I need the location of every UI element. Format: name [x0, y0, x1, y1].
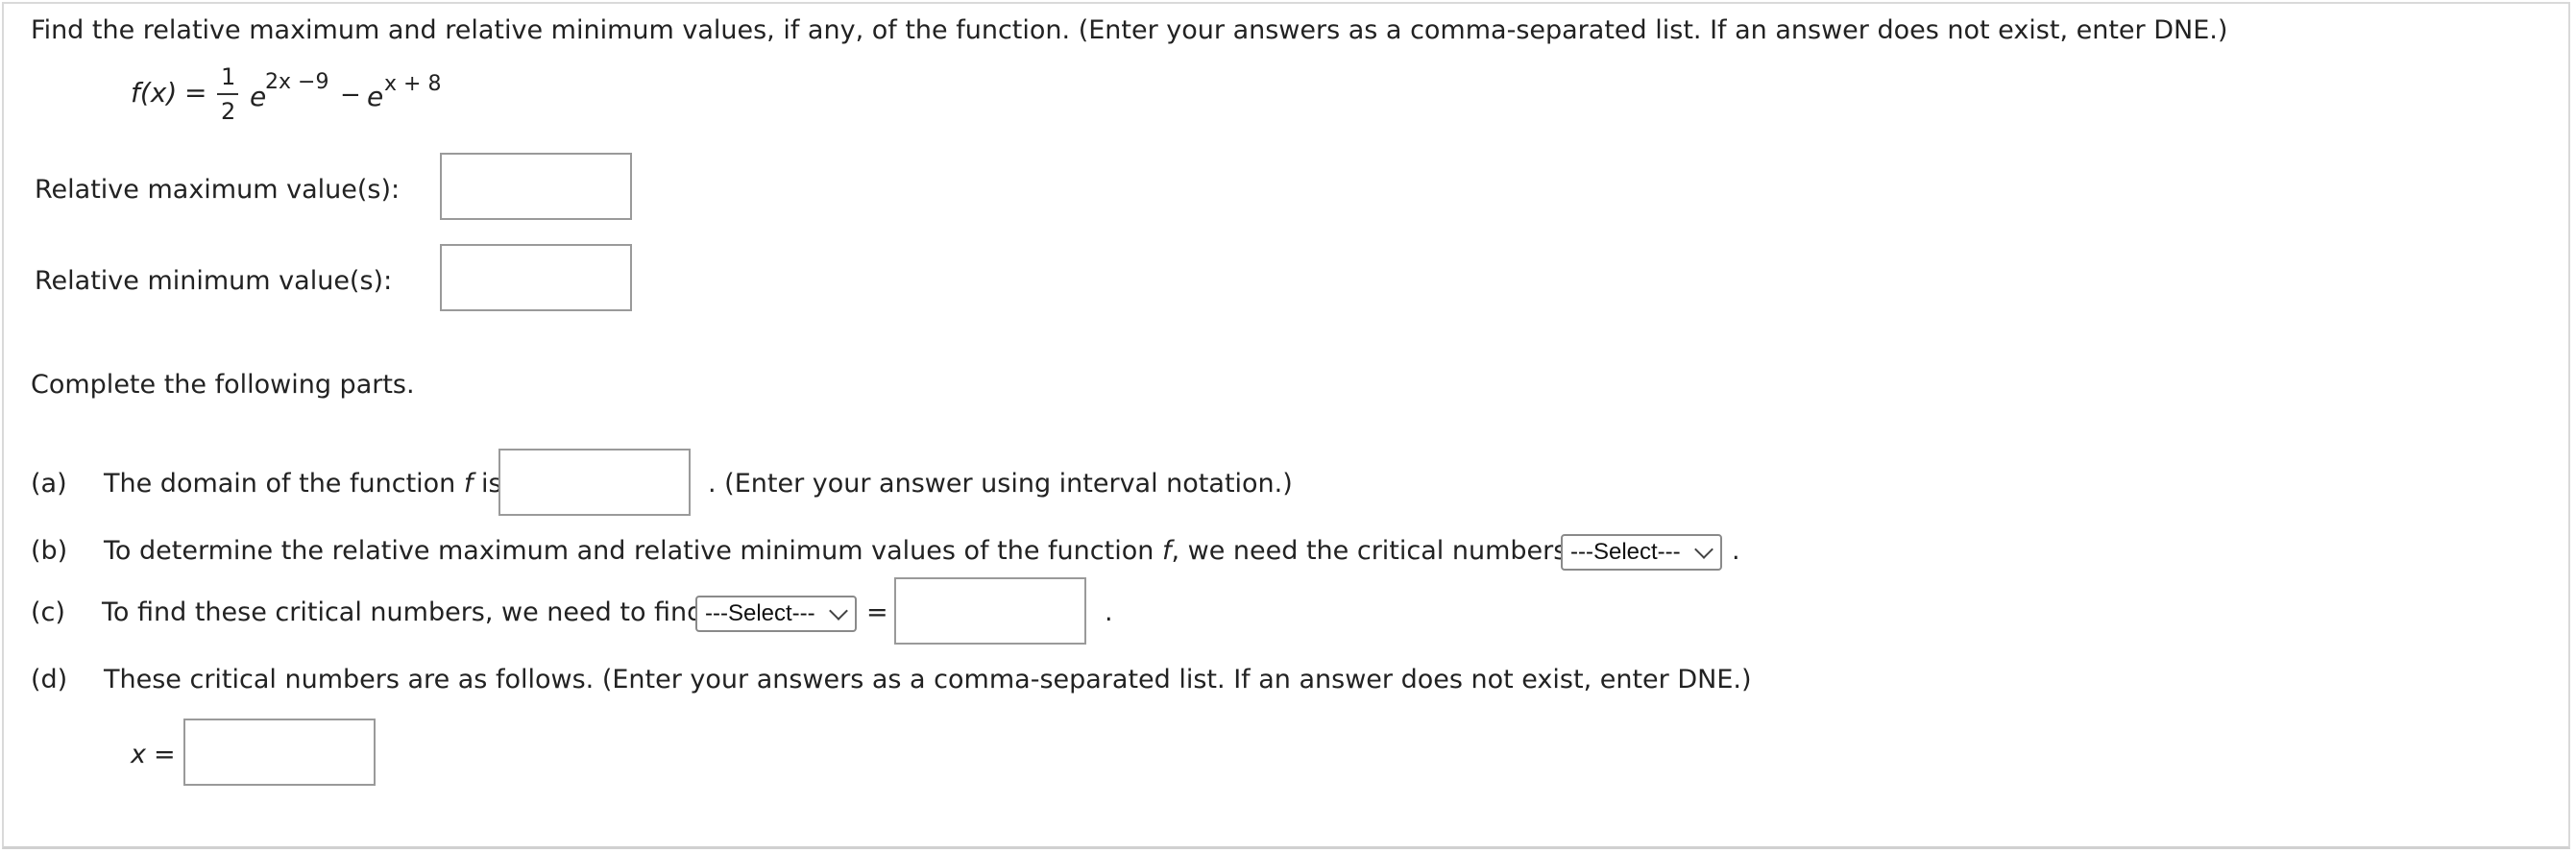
fraction-numerator: 1	[221, 63, 236, 90]
part-b-text: To determine the relative maximum and re…	[104, 536, 1600, 567]
rel-min-input[interactable]	[440, 244, 632, 311]
find-select-value: ---Select---	[705, 600, 815, 626]
exp-base-2: e	[367, 81, 384, 112]
critical-equation-input[interactable]	[894, 577, 1086, 645]
fraction-denominator: 2	[221, 98, 236, 125]
part-a-text: The domain of the function f is	[104, 469, 502, 500]
part-b-period: .	[1732, 536, 1740, 566]
exponent-2: x + 8	[384, 72, 442, 96]
minus-sign: −	[340, 81, 361, 110]
exp-base-1: e	[250, 81, 267, 112]
rel-max-input[interactable]	[440, 153, 632, 220]
critical-numbers-of-select[interactable]: ---Select---	[1561, 534, 1722, 571]
rel-min-label: Relative minimum value(s):	[35, 266, 393, 296]
critical-select-value: ---Select---	[1570, 539, 1681, 565]
part-c-letter: (c)	[31, 597, 65, 627]
chevron-down-icon	[829, 601, 848, 621]
part-a-letter: (a)	[31, 469, 67, 499]
function-lhs: f(x)	[131, 77, 178, 109]
part-d-text: These critical numbers are as follows. (…	[104, 665, 1752, 695]
part-c-text: To find these critical numbers, we need …	[102, 597, 704, 627]
rel-max-label: Relative maximum value(s):	[35, 175, 401, 205]
x-label: x	[131, 740, 146, 769]
find-what-select[interactable]: ---Select---	[695, 596, 857, 632]
part-a-text-after: . (Enter your answer using interval nota…	[708, 469, 1293, 499]
part-d-letter: (d)	[31, 665, 68, 695]
x-equals: =	[154, 740, 176, 769]
question-frame	[2, 2, 2570, 849]
domain-input[interactable]	[498, 449, 691, 516]
part-c-period: .	[1105, 597, 1113, 627]
question-intro: Find the relative maximum and relative m…	[31, 15, 2228, 45]
complete-parts-text: Complete the following parts.	[31, 370, 415, 400]
part-b-text-before: To determine the relative maximum and re…	[104, 536, 1154, 566]
fraction-bar	[217, 93, 238, 95]
part-a-text-before: The domain of the function	[104, 469, 456, 499]
part-a-fname: f	[463, 469, 474, 499]
part-b-text-after: , we need the critical numbers of	[1171, 536, 1600, 566]
chevron-down-icon	[1694, 540, 1713, 559]
exponent-1: 2x −9	[265, 70, 329, 94]
part-c-equals: =	[866, 597, 888, 627]
critical-numbers-input[interactable]	[183, 719, 376, 786]
equals-sign: =	[184, 77, 207, 109]
part-b-letter: (b)	[31, 536, 68, 566]
